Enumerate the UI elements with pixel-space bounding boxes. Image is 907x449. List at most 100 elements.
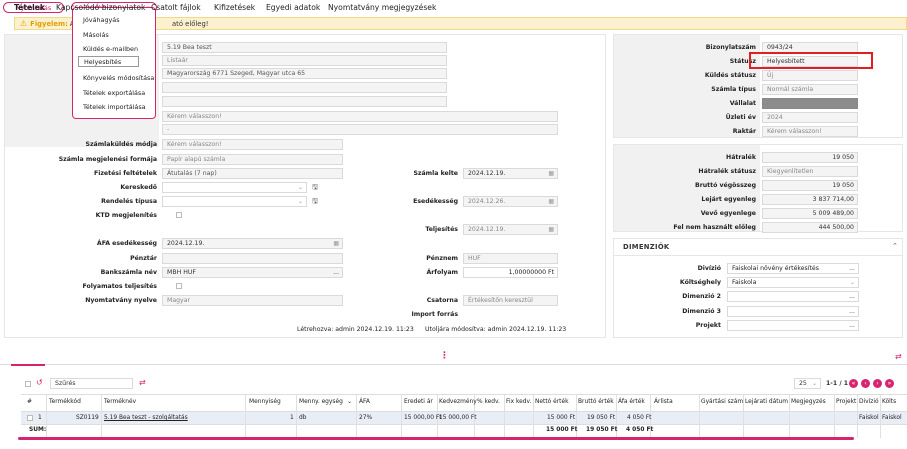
warehouse-select[interactable]: Kérem válasszon! — [762, 126, 858, 137]
save-icon[interactable]: 🖫 — [312, 197, 318, 208]
exchange-rate-field[interactable]: 1,00000000 Ft — [463, 267, 558, 278]
currency-select[interactable]: HUF — [463, 253, 558, 264]
column-header-num[interactable]: # — [27, 399, 32, 405]
column-header-gross[interactable]: Bruttó érték — [578, 399, 614, 405]
dimension2-select[interactable]: ... — [727, 291, 859, 302]
division-select[interactable]: Faiskolai növény értékesítés... — [727, 263, 859, 274]
column-header-expiry[interactable]: Lejárati dátum — [745, 399, 788, 405]
sum-vat-value: 4 050 Ft — [626, 427, 654, 433]
partner-field[interactable]: 5.19 Bea teszt — [162, 42, 447, 53]
calendar-icon[interactable]: ▦ — [333, 240, 339, 247]
calendar-icon[interactable]: ▦ — [548, 198, 554, 205]
column-header-division[interactable]: Divízió — [859, 399, 879, 405]
next-page-icon[interactable]: › — [873, 379, 882, 388]
channel-select[interactable]: Értékesítőn keresztül — [463, 295, 558, 306]
row-qty: 1 — [290, 415, 294, 421]
tab-custom-data[interactable]: Egyedi adatok — [266, 3, 320, 12]
column-header-price-list[interactable]: Árlista — [654, 399, 673, 405]
column-header-vat-value[interactable]: Áfa érték — [618, 399, 645, 405]
more-options-icon[interactable]: ... — [849, 308, 855, 315]
continuous-checkbox[interactable] — [176, 283, 182, 289]
column-header-orig-price[interactable]: Eredeti ár — [404, 399, 433, 405]
invoice-date-field[interactable]: 2024.12.19. ▦ — [463, 168, 558, 179]
fiscal-year-label: Üzleti év — [725, 114, 756, 121]
row-product-link[interactable]: 5.19 Bea teszt - szolgáltatás — [104, 415, 188, 421]
ktd-checkbox[interactable] — [176, 212, 182, 218]
column-header-cost-center[interactable]: Költs — [882, 399, 896, 405]
dimension3-select[interactable]: ... — [727, 306, 859, 317]
customer-balance-label: Vevő egyenlege — [700, 210, 756, 217]
column-header-discount[interactable]: Kedvezmény — [439, 399, 477, 405]
more-options-icon[interactable]: ... — [333, 269, 339, 276]
column-header-vat[interactable]: ÁFA — [359, 399, 370, 405]
horizontal-scrollbar[interactable] — [18, 437, 854, 440]
menu-item-import-items[interactable]: Tételek importálása — [83, 103, 146, 111]
price-list-field[interactable]: Listaár — [162, 55, 447, 66]
tab-related-documents[interactable]: Kapcsolódó bizonylatok — [56, 3, 145, 12]
column-header-code[interactable]: Termékkód — [49, 399, 81, 405]
more-options-icon[interactable]: ... — [849, 293, 855, 300]
column-header-qty[interactable]: Mennyiség — [249, 399, 281, 405]
menu-item-correction[interactable]: Helyesbítés — [78, 56, 139, 67]
send-status-field: Új — [762, 70, 858, 81]
chevron-up-icon[interactable]: ⌃ — [892, 242, 898, 250]
contact-select[interactable]: Kérem válasszon! — [162, 111, 558, 122]
more-options-icon[interactable]: ... — [849, 322, 855, 329]
select-all-checkbox[interactable] — [25, 381, 31, 387]
dash-field[interactable]: - — [162, 124, 558, 135]
created-info: Létrehozva: admin 2024.12.19. 11:23 — [297, 326, 414, 333]
tab-print-notes[interactable]: Nyomtatvány megjegyzések — [328, 3, 436, 12]
column-header-fix-discount[interactable]: Fix kedv. — [506, 399, 531, 405]
column-header-unit[interactable]: Menny. egység — [299, 399, 343, 405]
balance-field: 19 050 — [762, 152, 858, 163]
row-checkbox[interactable] — [27, 415, 33, 421]
page-size-value: 25 — [799, 380, 807, 387]
display-form-select[interactable]: Papír alapú számla — [162, 154, 343, 165]
empty-field-2[interactable] — [162, 96, 447, 107]
swap-icon[interactable]: ⇄ — [895, 352, 902, 361]
project-select[interactable]: ... — [727, 320, 859, 331]
due-date-field[interactable]: 2024.12.26. ▦ — [463, 196, 558, 207]
col-sep — [857, 395, 858, 438]
fulfillment-field[interactable]: 2024.12.19. ▦ — [463, 224, 558, 235]
save-icon[interactable]: 🖫 — [312, 183, 318, 194]
bank-account-select[interactable]: MBH HUF... — [162, 267, 343, 278]
address-field[interactable]: Magyarország 6771 Szeged, Magyar utca 65 — [162, 68, 447, 79]
column-header-project[interactable]: Projekt — [836, 399, 856, 405]
menu-item-approve[interactable]: Jóváhagyás — [83, 16, 120, 24]
vat-due-field[interactable]: 2024.12.19. ▦ — [162, 238, 343, 249]
print-language-select[interactable]: Magyar — [162, 295, 343, 306]
cash-register-select[interactable] — [162, 253, 343, 264]
import-source-label: Import forrás — [411, 311, 459, 318]
tab-items[interactable]: Tételek — [14, 3, 45, 12]
last-page-icon[interactable]: » — [885, 379, 894, 388]
menu-item-send-email[interactable]: Küldés e-mailben — [83, 45, 138, 53]
payment-terms-select[interactable]: Átutalás (7 nap) — [162, 168, 343, 179]
column-header-serial[interactable]: Gyártási szám — [701, 399, 743, 405]
filter-input[interactable]: Szűrés — [50, 378, 133, 389]
menu-item-export-items[interactable]: Tételek exportálása — [83, 89, 145, 97]
column-header-name[interactable]: Terméknév — [104, 399, 136, 405]
cash-register-label: Pénztár — [130, 255, 157, 262]
more-options-icon[interactable]: ... — [849, 265, 855, 272]
order-type-select[interactable]: ⌄ — [162, 196, 307, 207]
column-header-discount-pct[interactable]: % kedv. — [477, 399, 500, 405]
tab-attached-files[interactable]: Csatolt fájlok — [151, 3, 201, 12]
empty-field-1[interactable] — [162, 82, 447, 93]
cost-center-select[interactable]: Faiskola ⌄ — [727, 277, 859, 288]
merchant-select[interactable]: ⌄ — [162, 182, 307, 193]
menu-item-modify-posting[interactable]: Könyvelés módosítása — [83, 74, 154, 82]
first-page-icon[interactable]: « — [849, 379, 858, 388]
column-swap-icon[interactable]: ⇄ — [139, 378, 146, 387]
calendar-icon[interactable]: ▦ — [548, 226, 554, 233]
page-size-select[interactable]: 25 ⌄ — [794, 378, 821, 389]
more-vertical-icon[interactable]: ⋮ — [440, 351, 449, 361]
column-header-note[interactable]: Megjegyzés — [791, 399, 826, 405]
refresh-icon[interactable]: ↺ — [36, 378, 43, 387]
tab-payments[interactable]: Kifizetések — [214, 3, 255, 12]
prev-page-icon[interactable]: ‹ — [861, 379, 870, 388]
column-header-net[interactable]: Nettó érték — [535, 399, 569, 405]
menu-item-copy[interactable]: Másolás — [83, 31, 109, 39]
send-mode-select[interactable]: Kérem válasszon! — [162, 139, 343, 150]
calendar-icon[interactable]: ▦ — [548, 170, 554, 177]
